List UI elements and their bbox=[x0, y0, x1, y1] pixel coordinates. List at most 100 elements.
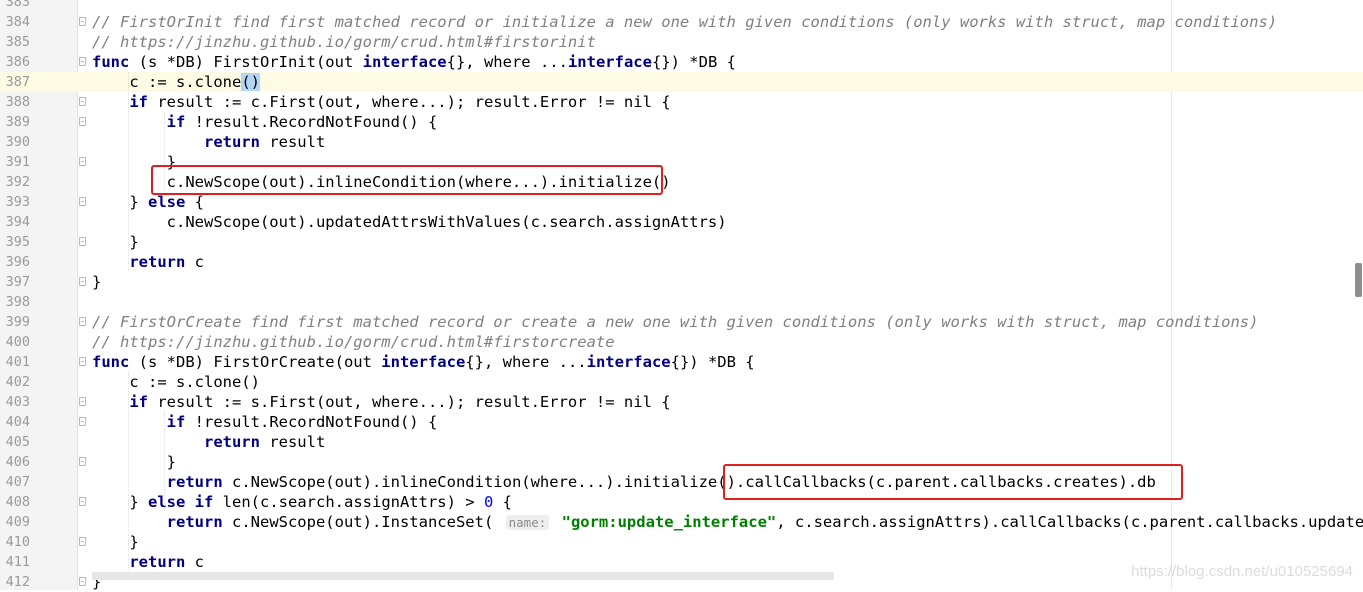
line-number[interactable]: 412 bbox=[0, 572, 30, 592]
horizontal-scrollbar[interactable] bbox=[92, 572, 834, 580]
line-number[interactable]: 403 bbox=[0, 392, 30, 412]
code-text[interactable]: } bbox=[92, 272, 101, 292]
line-number[interactable]: 390 bbox=[0, 132, 30, 152]
code-line-390[interactable]: 390 return result bbox=[0, 132, 1363, 152]
line-number[interactable]: 402 bbox=[0, 372, 30, 392]
code-text[interactable]: if !result.RecordNotFound() { bbox=[92, 412, 438, 432]
line-number[interactable]: 395 bbox=[0, 232, 30, 252]
fold-marker-icon[interactable] bbox=[79, 57, 86, 66]
code-line-393[interactable]: 393 } else { bbox=[0, 192, 1363, 212]
line-number[interactable]: 387 bbox=[0, 72, 30, 92]
fold-marker-icon[interactable] bbox=[79, 117, 86, 126]
line-number[interactable]: 385 bbox=[0, 32, 30, 52]
fold-marker-icon[interactable] bbox=[79, 397, 86, 406]
code-text[interactable]: } bbox=[92, 532, 138, 552]
code-text[interactable]: c.NewScope(out).updatedAttrsWithValues(c… bbox=[92, 212, 727, 232]
highlight-box-initialize bbox=[151, 165, 663, 195]
code-line-410[interactable]: 410 } bbox=[0, 532, 1363, 552]
code-text[interactable]: return c bbox=[92, 552, 204, 572]
code-line-387[interactable]: 387 c := s.clone() bbox=[0, 72, 1363, 92]
code-line-401[interactable]: 401 func (s *DB) FirstOrCreate(out interf… bbox=[0, 352, 1363, 372]
highlight-box-callcallbacks bbox=[723, 464, 1183, 500]
code-line-389[interactable]: 389 if !result.RecordNotFound() { bbox=[0, 112, 1363, 132]
code-text[interactable]: // https://jinzhu.github.io/gorm/crud.ht… bbox=[92, 32, 596, 52]
line-number[interactable]: 392 bbox=[0, 172, 30, 192]
code-line-403[interactable]: 403 if result := s.First(out, where...);… bbox=[0, 392, 1363, 412]
code-line-385[interactable]: 385 // https://jinzhu.github.io/gorm/crud… bbox=[0, 32, 1363, 52]
code-text[interactable]: // FirstOrInit find first matched record… bbox=[92, 12, 1277, 32]
line-number[interactable]: 398 bbox=[0, 292, 30, 312]
line-number[interactable]: 399 bbox=[0, 312, 30, 332]
fold-marker-icon[interactable] bbox=[79, 537, 86, 546]
code-line-398[interactable]: 398 bbox=[0, 292, 1363, 312]
code-line-395[interactable]: 395 } bbox=[0, 232, 1363, 252]
line-number[interactable]: 408 bbox=[0, 492, 30, 512]
code-text[interactable]: c := s.clone() bbox=[92, 72, 260, 92]
fold-marker-icon[interactable] bbox=[79, 277, 86, 286]
code-text[interactable]: if result := s.First(out, where...); res… bbox=[92, 392, 670, 412]
code-line-384[interactable]: 384 // FirstOrInit find first matched rec… bbox=[0, 12, 1363, 32]
code-text[interactable]: c := s.clone() bbox=[92, 372, 260, 392]
line-number[interactable]: 405 bbox=[0, 432, 30, 452]
code-line-400[interactable]: 400 // https://jinzhu.github.io/gorm/crud… bbox=[0, 332, 1363, 352]
line-number[interactable]: 401 bbox=[0, 352, 30, 372]
line-number[interactable]: 393 bbox=[0, 192, 30, 212]
code-text[interactable]: // https://jinzhu.github.io/gorm/crud.ht… bbox=[92, 332, 615, 352]
line-number[interactable]: 391 bbox=[0, 152, 30, 172]
code-line-396[interactable]: 396 return c bbox=[0, 252, 1363, 272]
code-line-397[interactable]: 397} bbox=[0, 272, 1363, 292]
line-number[interactable]: 383 bbox=[0, 0, 30, 12]
code-text[interactable]: // FirstOrCreate find first matched reco… bbox=[92, 312, 1258, 332]
line-number[interactable]: 384 bbox=[0, 12, 30, 32]
parameter-hint: name: bbox=[505, 515, 550, 530]
line-number[interactable]: 409 bbox=[0, 512, 30, 532]
indent-guide bbox=[128, 72, 129, 270]
code-text[interactable]: func (s *DB) FirstOrInit(out interface{}… bbox=[92, 52, 736, 72]
line-number[interactable]: 397 bbox=[0, 272, 30, 292]
code-line-402[interactable]: 402 c := s.clone() bbox=[0, 372, 1363, 392]
line-number[interactable]: 411 bbox=[0, 552, 30, 572]
fold-marker-icon[interactable] bbox=[79, 457, 86, 466]
line-number[interactable]: 400 bbox=[0, 332, 30, 352]
code-text[interactable]: return result bbox=[92, 432, 325, 452]
line-number[interactable]: 388 bbox=[0, 92, 30, 112]
fold-marker-icon[interactable] bbox=[79, 497, 86, 506]
fold-marker-icon[interactable] bbox=[79, 17, 86, 26]
line-number[interactable]: 406 bbox=[0, 452, 30, 472]
code-line-404[interactable]: 404 if !result.RecordNotFound() { bbox=[0, 412, 1363, 432]
fold-marker-icon[interactable] bbox=[79, 577, 86, 586]
line-number[interactable]: 404 bbox=[0, 412, 30, 432]
line-number[interactable]: 407 bbox=[0, 472, 30, 492]
code-line-409[interactable]: 409 return c.NewScope(out).InstanceSet( … bbox=[0, 512, 1363, 532]
fold-marker-icon[interactable] bbox=[79, 157, 86, 166]
fold-marker-icon[interactable] bbox=[79, 357, 86, 366]
line-number[interactable]: 386 bbox=[0, 52, 30, 72]
code-line-405[interactable]: 405 return result bbox=[0, 432, 1363, 452]
code-text[interactable]: return c.NewScope(out).InstanceSet( name… bbox=[92, 512, 1363, 533]
code-line-386[interactable]: 386 func (s *DB) FirstOrInit(out interfac… bbox=[0, 52, 1363, 72]
code-text[interactable]: } else { bbox=[92, 192, 204, 212]
fold-marker-icon[interactable] bbox=[79, 97, 86, 106]
code-editor[interactable]: 383 384 // FirstOrInit find first matched … bbox=[0, 0, 1363, 592]
code-text[interactable]: if !result.RecordNotFound() { bbox=[92, 112, 438, 132]
code-line-383[interactable]: 383 bbox=[0, 0, 1363, 12]
code-text[interactable]: if result := c.First(out, where...); res… bbox=[92, 92, 670, 112]
fold-marker-icon[interactable] bbox=[79, 237, 86, 246]
code-text[interactable]: return result bbox=[92, 132, 325, 152]
code-text[interactable]: return c bbox=[92, 252, 204, 272]
code-text[interactable]: } else if len(c.search.assignAttrs) > 0 … bbox=[92, 492, 512, 512]
line-number[interactable]: 394 bbox=[0, 212, 30, 232]
vertical-scrollbar-thumb[interactable] bbox=[1355, 263, 1362, 297]
line-number[interactable]: 389 bbox=[0, 112, 30, 132]
code-line-399[interactable]: 399 // FirstOrCreate find first matched r… bbox=[0, 312, 1363, 332]
fold-marker-icon[interactable] bbox=[79, 197, 86, 206]
line-number[interactable]: 410 bbox=[0, 532, 30, 552]
code-text[interactable]: } bbox=[92, 232, 138, 252]
watermark-text: https://blog.csdn.net/u010525694 bbox=[1131, 563, 1353, 580]
code-text[interactable]: func (s *DB) FirstOrCreate(out interface… bbox=[92, 352, 755, 372]
code-line-394[interactable]: 394 c.NewScope(out).updatedAttrsWithValu… bbox=[0, 212, 1363, 232]
fold-marker-icon[interactable] bbox=[79, 317, 86, 326]
code-line-388[interactable]: 388 if result := c.First(out, where...);… bbox=[0, 92, 1363, 112]
fold-marker-icon[interactable] bbox=[79, 417, 86, 426]
line-number[interactable]: 396 bbox=[0, 252, 30, 272]
